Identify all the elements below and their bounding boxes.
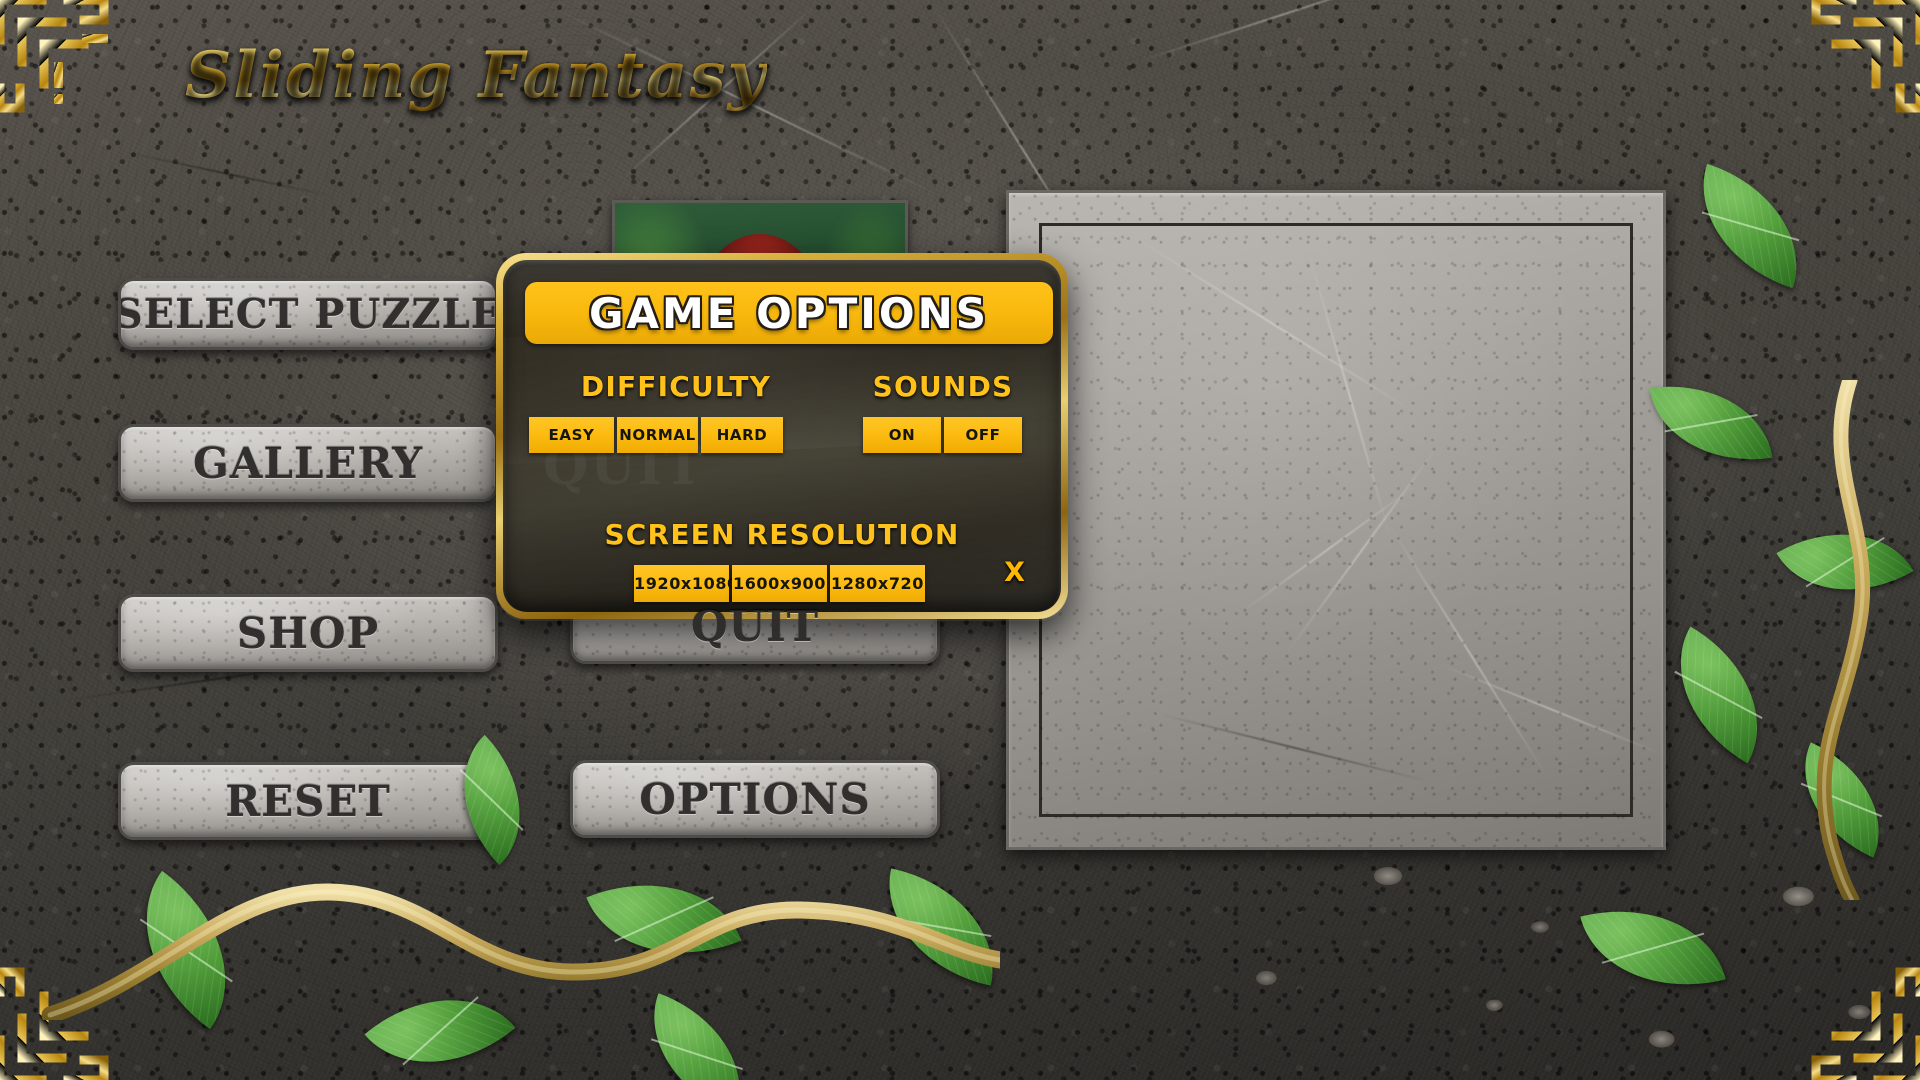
sounds-heading: SOUNDS xyxy=(872,370,1014,403)
game-screen: Sliding Fantasy SELECT PUZZLE GALLERY SH… xyxy=(0,0,1920,1080)
difficulty-button-group: EASY NORMAL HARD xyxy=(529,417,783,453)
resolution-option-1600x900[interactable]: 1600x900 xyxy=(732,565,827,602)
resolution-heading: SCREEN RESOLUTION xyxy=(604,518,960,551)
menu-button-gallery[interactable]: GALLERY xyxy=(118,424,498,502)
sounds-button-group: ON OFF xyxy=(863,417,1022,453)
menu-label: GALLERY xyxy=(192,438,424,488)
difficulty-option-normal[interactable]: NORMAL xyxy=(617,417,698,453)
difficulty-option-hard[interactable]: HARD xyxy=(701,417,783,453)
resolution-option-1280x720[interactable]: 1280x720 xyxy=(830,565,925,602)
gold-corner-ornament-icon xyxy=(1774,934,1920,1080)
gold-corner-ornament-icon xyxy=(0,934,146,1080)
dialog-title-bar: GAME OPTIONS xyxy=(525,282,1053,344)
dialog-body: QUIT GAME OPTIONS DIFFICULTY EASY NORMAL… xyxy=(503,260,1061,612)
page-title: Sliding Fantasy xyxy=(185,38,767,113)
menu-label: OPTIONS xyxy=(639,774,871,824)
dialog-title-text: GAME OPTIONS xyxy=(589,288,989,338)
difficulty-option-easy[interactable]: EASY xyxy=(529,417,614,453)
difficulty-heading: DIFFICULTY xyxy=(580,370,772,403)
menu-label: SELECT PUZZLE xyxy=(118,290,498,338)
gold-corner-ornament-icon xyxy=(0,0,147,147)
game-options-dialog: QUIT GAME OPTIONS DIFFICULTY EASY NORMAL… xyxy=(496,253,1068,619)
menu-button-select-puzzle[interactable]: SELECT PUZZLE xyxy=(118,278,498,350)
resolution-option-1920x1080[interactable]: 1920x1080 xyxy=(634,565,738,602)
close-icon[interactable]: X xyxy=(1004,559,1025,586)
menu-label: QUIT xyxy=(690,601,820,651)
menu-label: RESET xyxy=(225,776,391,826)
menu-button-options[interactable]: OPTIONS xyxy=(570,760,940,838)
sounds-option-on[interactable]: ON xyxy=(863,417,941,453)
puzzle-board[interactable] xyxy=(1006,190,1666,850)
menu-button-reset[interactable]: RESET xyxy=(118,762,498,840)
menu-label: SHOP xyxy=(236,608,380,658)
gold-corner-ornament-icon xyxy=(1774,0,1920,146)
resolution-button-group: 1920x1080 1600x900 1280x720 xyxy=(634,565,925,602)
menu-button-shop[interactable]: SHOP xyxy=(118,594,498,672)
puzzle-board-inner-frame xyxy=(1039,223,1633,817)
sounds-option-off[interactable]: OFF xyxy=(944,417,1022,453)
